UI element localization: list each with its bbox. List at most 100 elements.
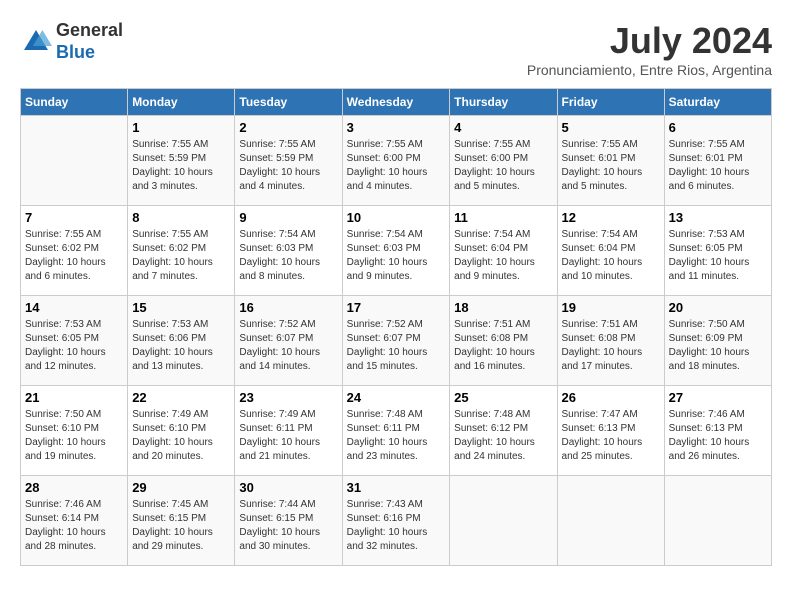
day-info: Sunrise: 7:55 AM Sunset: 6:00 PM Dayligh… <box>454 138 552 194</box>
day-number: 21 <box>25 390 123 405</box>
logo: General Blue <box>20 20 123 63</box>
day-info: Sunrise: 7:55 AM Sunset: 5:59 PM Dayligh… <box>239 138 337 194</box>
day-number: 27 <box>669 390 767 405</box>
calendar-cell: 14 Sunrise: 7:53 AM Sunset: 6:05 PM Dayli… <box>21 296 128 386</box>
day-number: 4 <box>454 120 552 135</box>
calendar-cell: 24 Sunrise: 7:48 AM Sunset: 6:11 PM Dayli… <box>342 386 450 476</box>
day-info: Sunrise: 7:54 AM Sunset: 6:04 PM Dayligh… <box>562 228 660 284</box>
calendar-cell <box>557 476 664 566</box>
day-number: 5 <box>562 120 660 135</box>
day-header-monday: Monday <box>128 89 235 116</box>
day-info: Sunrise: 7:54 AM Sunset: 6:03 PM Dayligh… <box>239 228 337 284</box>
day-number: 17 <box>347 300 446 315</box>
day-number: 1 <box>132 120 230 135</box>
calendar-cell: 20Sunrise: 7:50 AM Sunset: 6:09 PM Dayli… <box>664 296 771 386</box>
day-number: 15 <box>132 300 230 315</box>
day-number: 12 <box>562 210 660 225</box>
day-info: Sunrise: 7:55 AM Sunset: 6:00 PM Dayligh… <box>347 138 446 194</box>
day-number: 31 <box>347 480 446 495</box>
day-info: Sunrise: 7:54 AM Sunset: 6:03 PM Dayligh… <box>347 228 446 284</box>
day-info: Sunrise: 7:48 AM Sunset: 6:12 PM Dayligh… <box>454 408 552 464</box>
day-header-wednesday: Wednesday <box>342 89 450 116</box>
logo-text: General Blue <box>56 20 123 63</box>
calendar-cell: 27 Sunrise: 7:46 AM Sunset: 6:13 PM Dayli… <box>664 386 771 476</box>
title-section: July 2024 Pronunciamiento, Entre Rios, A… <box>527 20 772 78</box>
day-header-tuesday: Tuesday <box>235 89 342 116</box>
calendar-cell: 15 Sunrise: 7:53 AM Sunset: 6:06 PM Dayli… <box>128 296 235 386</box>
day-number: 8 <box>132 210 230 225</box>
day-number: 19 <box>562 300 660 315</box>
calendar-cell: 3 Sunrise: 7:55 AM Sunset: 6:00 PM Daylig… <box>342 116 450 206</box>
day-number: 14 <box>25 300 123 315</box>
day-info: Sunrise: 7:52 AM Sunset: 6:07 PM Dayligh… <box>347 318 446 374</box>
day-number: 26 <box>562 390 660 405</box>
calendar-cell: 8Sunrise: 7:55 AM Sunset: 6:02 PM Daylig… <box>128 206 235 296</box>
day-number: 18 <box>454 300 552 315</box>
calendar-cell: 5Sunrise: 7:55 AM Sunset: 6:01 PM Daylig… <box>557 116 664 206</box>
day-info: Sunrise: 7:53 AM Sunset: 6:05 PM Dayligh… <box>25 318 123 374</box>
calendar-cell <box>664 476 771 566</box>
day-info: Sunrise: 7:49 AM Sunset: 6:10 PM Dayligh… <box>132 408 230 464</box>
day-info: Sunrise: 7:51 AM Sunset: 6:08 PM Dayligh… <box>454 318 552 374</box>
day-info: Sunrise: 7:53 AM Sunset: 6:06 PM Dayligh… <box>132 318 230 374</box>
calendar-cell: 31Sunrise: 7:43 AM Sunset: 6:16 PM Dayli… <box>342 476 450 566</box>
calendar-cell: 30Sunrise: 7:44 AM Sunset: 6:15 PM Dayli… <box>235 476 342 566</box>
day-number: 6 <box>669 120 767 135</box>
day-number: 25 <box>454 390 552 405</box>
page-header: General Blue July 2024 Pronunciamiento, … <box>20 20 772 78</box>
calendar-cell: 10 Sunrise: 7:54 AM Sunset: 6:03 PM Dayli… <box>342 206 450 296</box>
calendar-cell: 11 Sunrise: 7:54 AM Sunset: 6:04 PM Dayli… <box>450 206 557 296</box>
day-info: Sunrise: 7:48 AM Sunset: 6:11 PM Dayligh… <box>347 408 446 464</box>
location: Pronunciamiento, Entre Rios, Argentina <box>527 62 772 78</box>
day-number: 13 <box>669 210 767 225</box>
calendar-cell: 17 Sunrise: 7:52 AM Sunset: 6:07 PM Dayli… <box>342 296 450 386</box>
calendar-cell: 2Sunrise: 7:55 AM Sunset: 5:59 PM Daylig… <box>235 116 342 206</box>
day-info: Sunrise: 7:46 AM Sunset: 6:14 PM Dayligh… <box>25 498 123 554</box>
calendar-cell: 25 Sunrise: 7:48 AM Sunset: 6:12 PM Dayli… <box>450 386 557 476</box>
calendar-cell: 7 Sunrise: 7:55 AM Sunset: 6:02 PM Daylig… <box>21 206 128 296</box>
day-number: 22 <box>132 390 230 405</box>
day-number: 11 <box>454 210 552 225</box>
day-info: Sunrise: 7:46 AM Sunset: 6:13 PM Dayligh… <box>669 408 767 464</box>
calendar-cell: 4 Sunrise: 7:55 AM Sunset: 6:00 PM Daylig… <box>450 116 557 206</box>
calendar-cell: 9 Sunrise: 7:54 AM Sunset: 6:03 PM Daylig… <box>235 206 342 296</box>
calendar-cell: 13Sunrise: 7:53 AM Sunset: 6:05 PM Dayli… <box>664 206 771 296</box>
day-info: Sunrise: 7:52 AM Sunset: 6:07 PM Dayligh… <box>239 318 337 374</box>
calendar-cell: 12 Sunrise: 7:54 AM Sunset: 6:04 PM Dayli… <box>557 206 664 296</box>
day-info: Sunrise: 7:54 AM Sunset: 6:04 PM Dayligh… <box>454 228 552 284</box>
day-header-sunday: Sunday <box>21 89 128 116</box>
logo-icon <box>20 26 52 58</box>
day-number: 3 <box>347 120 446 135</box>
day-info: Sunrise: 7:49 AM Sunset: 6:11 PM Dayligh… <box>239 408 337 464</box>
day-number: 29 <box>132 480 230 495</box>
day-number: 24 <box>347 390 446 405</box>
day-number: 23 <box>239 390 337 405</box>
calendar-cell: 6 Sunrise: 7:55 AM Sunset: 6:01 PM Daylig… <box>664 116 771 206</box>
calendar-cell <box>21 116 128 206</box>
day-info: Sunrise: 7:50 AM Sunset: 6:10 PM Dayligh… <box>25 408 123 464</box>
calendar-cell: 29 Sunrise: 7:45 AM Sunset: 6:15 PM Dayli… <box>128 476 235 566</box>
day-info: Sunrise: 7:44 AM Sunset: 6:15 PM Dayligh… <box>239 498 337 554</box>
calendar-cell: 21 Sunrise: 7:50 AM Sunset: 6:10 PM Dayli… <box>21 386 128 476</box>
day-info: Sunrise: 7:50 AM Sunset: 6:09 PM Dayligh… <box>669 318 767 374</box>
calendar-cell: 28Sunrise: 7:46 AM Sunset: 6:14 PM Dayli… <box>21 476 128 566</box>
day-header-thursday: Thursday <box>450 89 557 116</box>
day-info: Sunrise: 7:55 AM Sunset: 6:01 PM Dayligh… <box>669 138 767 194</box>
day-info: Sunrise: 7:51 AM Sunset: 6:08 PM Dayligh… <box>562 318 660 374</box>
day-number: 10 <box>347 210 446 225</box>
day-info: Sunrise: 7:45 AM Sunset: 6:15 PM Dayligh… <box>132 498 230 554</box>
day-number: 16 <box>239 300 337 315</box>
day-info: Sunrise: 7:55 AM Sunset: 5:59 PM Dayligh… <box>132 138 230 194</box>
calendar-cell: 18 Sunrise: 7:51 AM Sunset: 6:08 PM Dayli… <box>450 296 557 386</box>
month-year: July 2024 <box>527 20 772 62</box>
calendar-table: SundayMondayTuesdayWednesdayThursdayFrid… <box>20 88 772 566</box>
day-header-friday: Friday <box>557 89 664 116</box>
day-info: Sunrise: 7:47 AM Sunset: 6:13 PM Dayligh… <box>562 408 660 464</box>
calendar-cell: 16 Sunrise: 7:52 AM Sunset: 6:07 PM Dayli… <box>235 296 342 386</box>
day-number: 9 <box>239 210 337 225</box>
calendar-cell: 1 Sunrise: 7:55 AM Sunset: 5:59 PM Daylig… <box>128 116 235 206</box>
day-number: 7 <box>25 210 123 225</box>
day-info: Sunrise: 7:55 AM Sunset: 6:02 PM Dayligh… <box>25 228 123 284</box>
day-header-saturday: Saturday <box>664 89 771 116</box>
calendar-cell: 26 Sunrise: 7:47 AM Sunset: 6:13 PM Dayli… <box>557 386 664 476</box>
